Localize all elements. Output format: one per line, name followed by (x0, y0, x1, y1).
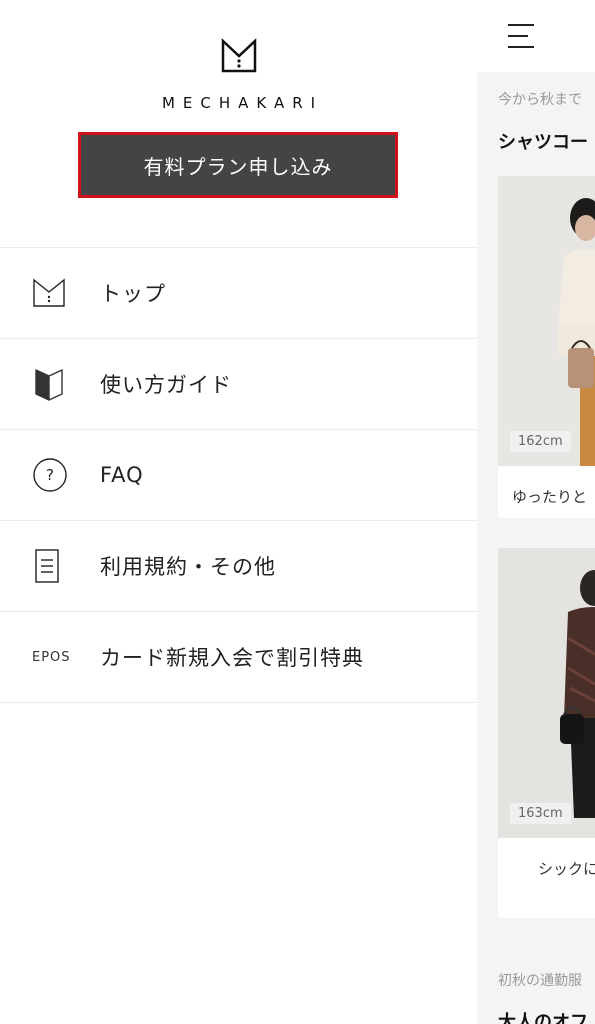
section-heading: 大人のオフ (498, 1012, 588, 1024)
outfit-caption: ゆったりと (512, 488, 588, 506)
section-heading: シャツコー (498, 132, 588, 153)
paid-plan-signup-button[interactable]: 有料プラン申し込み (78, 132, 398, 198)
svg-text:?: ? (46, 466, 54, 484)
epos-logo-icon: EPOS (0, 650, 100, 665)
section-note: 初秋の通勤服 (498, 973, 582, 989)
background-header (477, 0, 595, 72)
menu-item-label: カード新規入会で割引特典 (100, 646, 364, 670)
hamburger-menu-icon[interactable] (508, 24, 536, 48)
menu-item-top[interactable]: トップ (0, 248, 477, 339)
model-height-badge: 163cm (510, 803, 571, 824)
menu-item-label: 利用規約・その他 (100, 555, 276, 579)
epos-logo-text: EPOS (32, 649, 71, 665)
menu-item-epos-card[interactable]: EPOS カード新規入会で割引特典 (0, 612, 477, 703)
outfit-caption: シックに (538, 860, 595, 878)
outfit-card[interactable]: 162cm ゆったりと (498, 176, 595, 518)
brand-name: MECHAKARI (161, 94, 324, 112)
mechakari-logo-icon (0, 278, 100, 308)
menu-item-faq[interactable]: ? FAQ (0, 430, 477, 521)
question-circle-icon: ? (0, 457, 100, 493)
outfit-card[interactable]: 163cm シックに (498, 548, 595, 918)
document-icon (0, 548, 100, 584)
menu-item-guide[interactable]: 使い方ガイド (0, 339, 477, 430)
section-note: 今から秋まで (498, 92, 582, 108)
menu-item-label: トップ (100, 282, 166, 306)
drawer-menu: トップ 使い方ガイド ? FAQ 利用規約・その他 EPOS カード新規入会で割… (0, 247, 477, 703)
outfit-photo (498, 548, 595, 838)
menu-item-terms[interactable]: 利用規約・その他 (0, 521, 477, 612)
menu-item-label: FAQ (100, 463, 144, 487)
outfit-photo (498, 176, 595, 466)
brand-logo[interactable]: MECHAKARI (0, 38, 477, 112)
beginner-mark-icon (0, 366, 100, 402)
mechakari-logo-icon (221, 38, 256, 73)
side-drawer: MECHAKARI 有料プラン申し込み トップ 使い方ガイド ? FAQ 利用規… (0, 0, 477, 1024)
model-height-badge: 162cm (510, 431, 571, 452)
menu-item-label: 使い方ガイド (100, 373, 232, 397)
background-page: 今から秋まで シャツコー 162cm ゆったりと 163cm シックに 初秋の通 (477, 0, 595, 1024)
